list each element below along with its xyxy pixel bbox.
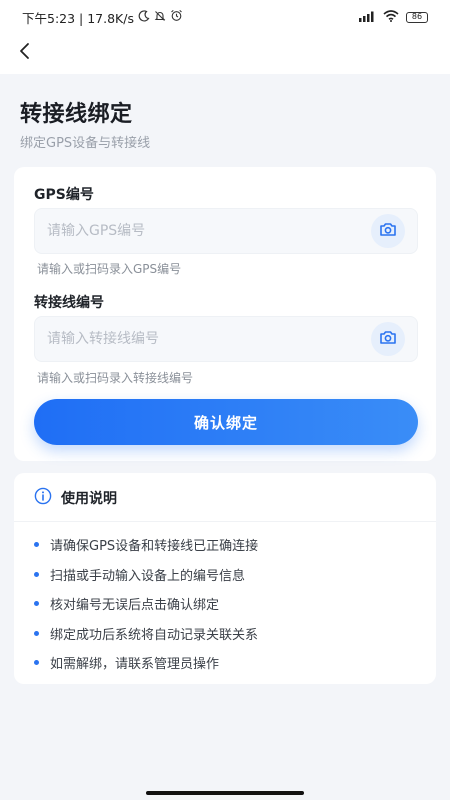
- instruction-item: 扫描或手动输入设备上的编号信息: [34, 560, 258, 590]
- info-circle-icon: [34, 487, 52, 509]
- bullet-dot: [34, 601, 39, 607]
- status-bar: 下午5:23 | 17.8K/s 86: [0, 0, 450, 34]
- adapter-label: 转接线编号: [34, 295, 104, 311]
- instruction-text: 扫描或手动输入设备上的编号信息: [50, 568, 246, 584]
- instruction-text: 如需解绑，请联系管理员操作: [50, 657, 220, 673]
- bullet-dot: [34, 571, 39, 577]
- confirm-binding-button[interactable]: 确认绑定: [34, 399, 418, 445]
- instruction-item: 核对编号无误后点击确认绑定: [34, 589, 258, 619]
- instructions-header: 使用说明: [34, 487, 117, 509]
- instruction-item: 请确保GPS设备和转接线已正确连接: [34, 530, 258, 560]
- gps-number-input[interactable]: [47, 209, 347, 253]
- gps-input-box: [34, 208, 418, 254]
- status-left: 下午5:23 | 17.8K/s: [22, 8, 183, 27]
- instructions-card: 使用说明 请确保GPS设备和转接线已正确连接 扫描或手动输入设备上的编号信息 核…: [14, 473, 436, 684]
- bell-off-icon: [154, 10, 166, 25]
- instructions-title: 使用说明: [61, 491, 117, 507]
- bullet-dot: [34, 660, 39, 666]
- navigation-header: [0, 34, 450, 74]
- instruction-item: 如需解绑，请联系管理员操作: [34, 648, 258, 678]
- status-right: 86: [358, 9, 428, 25]
- gps-scan-button[interactable]: [371, 214, 405, 248]
- back-button[interactable]: [10, 38, 40, 68]
- instruction-text: 核对编号无误后点击确认绑定: [50, 598, 220, 614]
- binding-form-card: GPS编号 请输入或扫码录入GPS编号 转接线编号 请输入或扫码录入转接线编号 …: [14, 167, 436, 461]
- instruction-text: 请确保GPS设备和转接线已正确连接: [50, 539, 259, 555]
- home-indicator[interactable]: [146, 791, 304, 795]
- adapter-input-box: [34, 316, 418, 362]
- page-title: 转接线绑定: [20, 102, 133, 127]
- status-time-speed: 下午5:23 | 17.8K/s: [22, 10, 134, 26]
- adapter-scan-button[interactable]: [371, 322, 405, 356]
- moon-icon: [138, 9, 150, 25]
- chevron-left-icon: [18, 42, 32, 64]
- gps-hint: 请输入或扫码录入GPS编号: [37, 262, 182, 276]
- adapter-number-input[interactable]: [47, 317, 347, 361]
- wifi-icon: [383, 9, 399, 25]
- battery-indicator: 86: [406, 11, 428, 23]
- bullet-dot: [34, 542, 39, 548]
- camera-icon: [379, 222, 397, 241]
- gps-label: GPS编号: [34, 187, 94, 203]
- divider: [14, 521, 436, 522]
- bullet-dot: [34, 630, 39, 636]
- instructions-list: 请确保GPS设备和转接线已正确连接 扫描或手动输入设备上的编号信息 核对编号无误…: [34, 530, 258, 678]
- instruction-text: 绑定成功后系统将自动记录关联关系: [50, 627, 259, 643]
- adapter-hint: 请输入或扫码录入转接线编号: [37, 371, 194, 385]
- camera-icon: [379, 330, 397, 349]
- instruction-item: 绑定成功后系统将自动记录关联关系: [34, 619, 258, 649]
- page-subtitle: 绑定GPS设备与转接线: [20, 136, 151, 151]
- alarm-icon: [170, 9, 183, 25]
- signal-icon: [358, 10, 376, 25]
- screen: 下午5:23 | 17.8K/s 86 转接线绑定 绑定GPS设备与转接线 GP…: [0, 0, 450, 800]
